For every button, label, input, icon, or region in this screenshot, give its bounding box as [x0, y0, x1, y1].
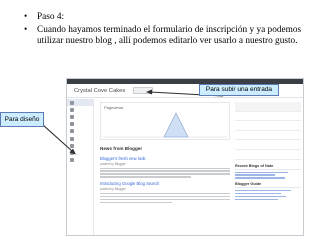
nav-icon	[70, 129, 74, 134]
sidebar-item[interactable]	[67, 135, 93, 142]
link-line	[235, 192, 282, 195]
side-panel: Recent Blogs of Note Blogger Guide	[235, 164, 301, 234]
bullet-dot: •	[24, 12, 28, 22]
link-line	[235, 171, 288, 174]
callout-subir-entrada: Para subir una entrada	[199, 84, 279, 96]
text-line	[100, 170, 230, 173]
post-title[interactable]: Blogger's fresh new look	[100, 156, 230, 161]
guide-links[interactable]	[235, 189, 301, 201]
post-meta: posted by Blogger	[100, 162, 126, 166]
stat-row	[235, 131, 301, 141]
pageviews-chart	[104, 112, 227, 138]
bullet-list: • Paso 4: • Cuando hayamos terminado el …	[22, 12, 316, 48]
link-line	[235, 174, 275, 177]
sidebar-item[interactable]	[67, 142, 93, 149]
nav-icon	[70, 114, 74, 119]
news-panel: News from Blogger Blogger's fresh new lo…	[100, 146, 230, 235]
sidebar-item[interactable]	[67, 157, 93, 164]
stat-row	[235, 150, 301, 160]
news-post: Introducing Google Blog Search posted by…	[100, 181, 230, 204]
pageviews-label: Pageviews	[104, 105, 124, 110]
link-line	[235, 177, 285, 180]
sidebar-item[interactable]	[67, 113, 93, 120]
text-line	[100, 167, 230, 170]
new-post-button[interactable]	[133, 87, 154, 94]
link-line	[235, 198, 278, 201]
bullet-dot: •	[24, 25, 28, 36]
overview-panel	[235, 102, 301, 160]
sidebar-item[interactable]	[67, 106, 93, 113]
sidebar-item[interactable]	[67, 99, 93, 107]
nav-icon	[70, 122, 74, 127]
link-line	[235, 189, 292, 192]
text-line	[100, 201, 172, 204]
nav-icon	[70, 158, 74, 163]
post-title[interactable]: Introducing Google Blog Search	[100, 181, 230, 186]
nav-icon	[70, 143, 74, 148]
stat-row	[235, 140, 301, 150]
post-text	[100, 167, 230, 179]
blogger-dashboard-screenshot: Crystal Cove Cakes Pageviews News from B…	[66, 78, 304, 236]
news-post: Blogger's fresh new look posted by Blogg…	[100, 156, 230, 179]
pageviews-panel: Pageviews	[100, 102, 230, 140]
link-line	[235, 195, 287, 198]
guide-heading: Blogger Guide	[235, 182, 301, 189]
text-line	[100, 176, 191, 179]
bullet-text: Cuando hayamos terminado el formulario d…	[37, 25, 302, 47]
bullet-item: • Cuando hayamos terminado el formulario…	[22, 25, 316, 47]
news-heading: News from Blogger	[100, 146, 143, 151]
sidebar-item[interactable]	[67, 149, 93, 156]
text-line	[100, 195, 230, 198]
callout-diseno: Para diseño	[0, 112, 44, 127]
blogs-heading: Recent Blogs of Note	[235, 164, 301, 170]
sidebar-item[interactable]	[67, 128, 93, 135]
post-meta: posted by Blogger	[100, 187, 126, 192]
nav-icon	[70, 136, 74, 141]
stat-row	[235, 112, 301, 122]
pageviews-area	[163, 112, 189, 138]
text-line	[100, 198, 230, 201]
bullet-text: Paso 4:	[37, 12, 65, 22]
dashboard-sidebar	[67, 99, 94, 235]
stat-row	[235, 102, 301, 112]
nav-icon	[70, 107, 74, 112]
blog-title: Crystal Cove Cakes	[74, 87, 126, 94]
post-text	[100, 192, 230, 204]
sidebar-item[interactable]	[67, 121, 93, 128]
bullet-item: • Paso 4:	[22, 12, 316, 23]
blog-links[interactable]	[235, 171, 301, 180]
stat-row	[235, 121, 301, 131]
nav-icon	[70, 100, 74, 105]
text-line	[100, 192, 230, 195]
nav-icon	[70, 150, 74, 155]
text-line	[100, 173, 230, 176]
